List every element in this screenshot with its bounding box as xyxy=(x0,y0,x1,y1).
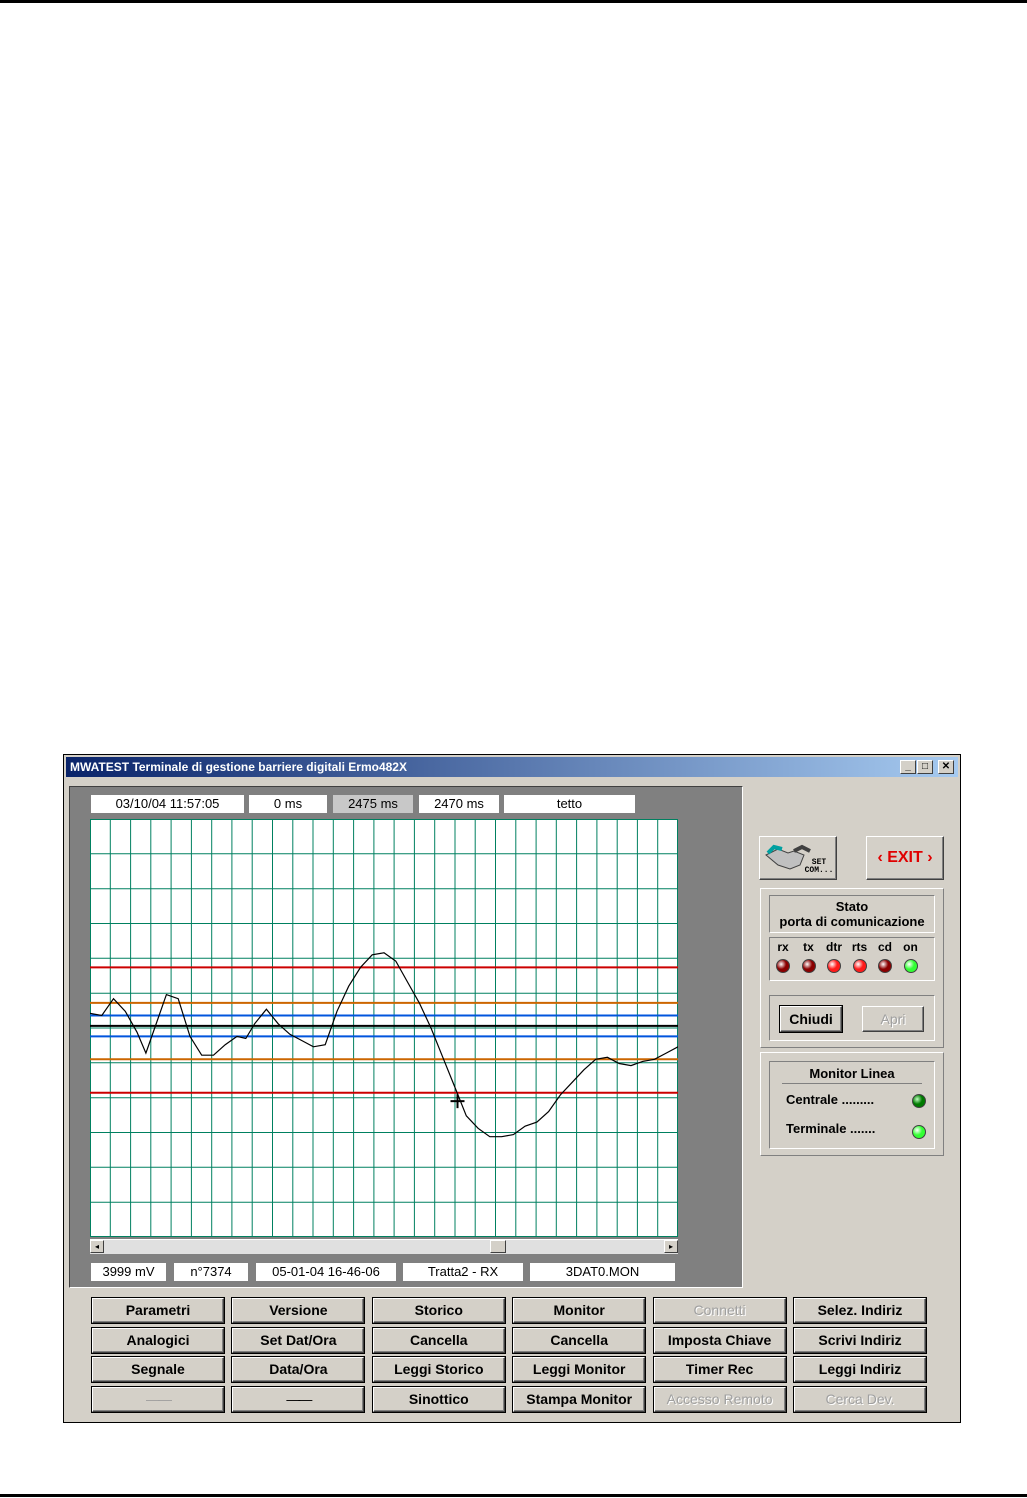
cmd-button-r2-c5[interactable]: Leggi Indiriz xyxy=(793,1356,927,1384)
info-record-date: 05-01-04 16-46-06 xyxy=(255,1262,397,1282)
cmd-button-r1-c3[interactable]: Cancella xyxy=(512,1326,647,1354)
stato-group: Stato porta di comunicazione rx tx dtr rts c… xyxy=(760,888,944,1048)
minimize-button[interactable]: _ xyxy=(900,760,916,774)
exit-button[interactable]: ‹ EXIT › xyxy=(866,836,944,880)
cmd-button-r0-c1[interactable]: Versione xyxy=(231,1297,366,1324)
info-voltage: 3999 mV xyxy=(90,1262,167,1282)
chiudi-button[interactable]: Chiudi xyxy=(779,1005,843,1033)
led-label-cd: cd xyxy=(877,940,892,954)
led-label-rts: rts xyxy=(851,940,868,954)
title-bar[interactable]: MWATEST Terminale di gestione barriere d… xyxy=(66,757,958,777)
signal-chart[interactable] xyxy=(89,818,679,1238)
apri-button[interactable]: Apri xyxy=(862,1006,924,1032)
led-label-on: on xyxy=(903,940,918,954)
cmd-button-r1-c5[interactable]: Scrivi Indiriz xyxy=(793,1326,927,1354)
info-datetime: 03/10/04 11:57:05 xyxy=(90,794,245,814)
scroll-right-icon[interactable]: ▸ xyxy=(664,1240,678,1253)
app-window: MWATEST Terminale di gestione barriere d… xyxy=(63,754,961,1423)
led-on-icon xyxy=(903,959,918,973)
chart-scrollbar[interactable]: ◂ ▸ xyxy=(90,1239,678,1254)
info-record-number: n°7374 xyxy=(173,1262,249,1282)
set-com-button[interactable]: SET COM... xyxy=(759,836,837,880)
centrale-label: Centrale ......... xyxy=(786,1092,875,1107)
window-title: MWATEST Terminale di gestione barriere d… xyxy=(70,760,407,774)
led-dtr-icon xyxy=(827,959,841,973)
stato-title: Stato xyxy=(835,899,869,914)
terminale-label: Terminale ....... xyxy=(786,1121,876,1136)
cmd-button-r3-c5[interactable]: Cerca Dev. xyxy=(793,1386,927,1414)
cmd-button-r2-c2[interactable]: Leggi Storico xyxy=(371,1356,506,1384)
monitor-linea-title: Monitor Linea xyxy=(809,1066,895,1081)
info-cursor-ms: 2475 ms xyxy=(332,794,414,814)
monitor-panel: 03/10/04 11:57:05 0 ms 2475 ms 2470 ms t… xyxy=(69,786,743,1288)
info-location: tetto xyxy=(503,794,636,814)
scroll-thumb[interactable] xyxy=(490,1240,506,1253)
cmd-button-r0-c0[interactable]: Parametri xyxy=(91,1297,225,1324)
scroll-left-icon[interactable]: ◂ xyxy=(90,1240,104,1253)
cmd-button-r1-c1[interactable]: Set Dat/Ora xyxy=(231,1326,366,1354)
led-rts-icon xyxy=(852,959,867,973)
cmd-button-r0-c4[interactable]: Connetti xyxy=(652,1297,787,1324)
cmd-button-r3-c4[interactable]: Accesso Remoto xyxy=(652,1386,787,1414)
cmd-button-r0-c5[interactable]: Selez. Indiriz xyxy=(793,1297,927,1324)
monitor-linea-group: Monitor Linea Centrale ......... Termina… xyxy=(760,1052,944,1156)
stato-title-box: Stato porta di comunicazione xyxy=(769,895,935,933)
close-button[interactable]: ✕ xyxy=(938,760,954,774)
maximize-button[interactable]: □ xyxy=(917,760,933,774)
info-start-ms: 0 ms xyxy=(248,794,328,814)
cmd-button-r0-c2[interactable]: Storico xyxy=(371,1297,506,1324)
led-rx-icon xyxy=(776,959,790,973)
cmd-button-r2-c1[interactable]: Data/Ora xyxy=(231,1356,366,1384)
led-label-tx: tx xyxy=(803,940,814,954)
cmd-button-r3-c2[interactable]: Sinottico xyxy=(371,1386,506,1414)
terminale-led-icon xyxy=(912,1125,926,1139)
cmd-button-r1-c2[interactable]: Cancella xyxy=(371,1326,506,1354)
cmd-button-r3-c1[interactable]: —— xyxy=(231,1386,366,1414)
port-buttons-box: Chiudi Apri xyxy=(769,995,935,1041)
monitor-linea-divider xyxy=(782,1083,922,1084)
top-rule xyxy=(0,0,1027,3)
info-tratta: Tratta2 - RX xyxy=(402,1262,524,1282)
info-end-ms: 2470 ms xyxy=(418,794,500,814)
stato-subtitle: porta di comunicazione xyxy=(779,914,925,929)
led-label-dtr: dtr xyxy=(826,940,842,954)
signal-chart-svg xyxy=(89,818,679,1238)
led-cd-icon xyxy=(878,959,892,973)
info-filename: 3DAT0.MON xyxy=(529,1262,676,1282)
monitor-linea-box: Monitor Linea Centrale ......... Termina… xyxy=(769,1061,935,1149)
cmd-button-r3-c0[interactable]: —— xyxy=(91,1386,225,1414)
cmd-button-r1-c0[interactable]: Analogici xyxy=(91,1326,225,1354)
cmd-button-r0-c3[interactable]: Monitor xyxy=(512,1297,647,1324)
bottom-rule xyxy=(0,1494,1027,1497)
set-com-label: SET COM... xyxy=(804,858,834,875)
cmd-button-r1-c4[interactable]: Imposta Chiave xyxy=(652,1326,787,1354)
cmd-button-r3-c3[interactable]: Stampa Monitor xyxy=(512,1386,647,1414)
led-box: rx tx dtr rts cd on xyxy=(769,937,935,981)
cmd-button-r2-c3[interactable]: Leggi Monitor xyxy=(512,1356,647,1384)
cmd-button-r2-c0[interactable]: Segnale xyxy=(91,1356,225,1384)
centrale-led-icon xyxy=(912,1094,926,1108)
led-label-rx: rx xyxy=(777,940,789,954)
cmd-button-r2-c4[interactable]: Timer Rec xyxy=(652,1356,787,1384)
led-tx-icon xyxy=(801,959,816,973)
